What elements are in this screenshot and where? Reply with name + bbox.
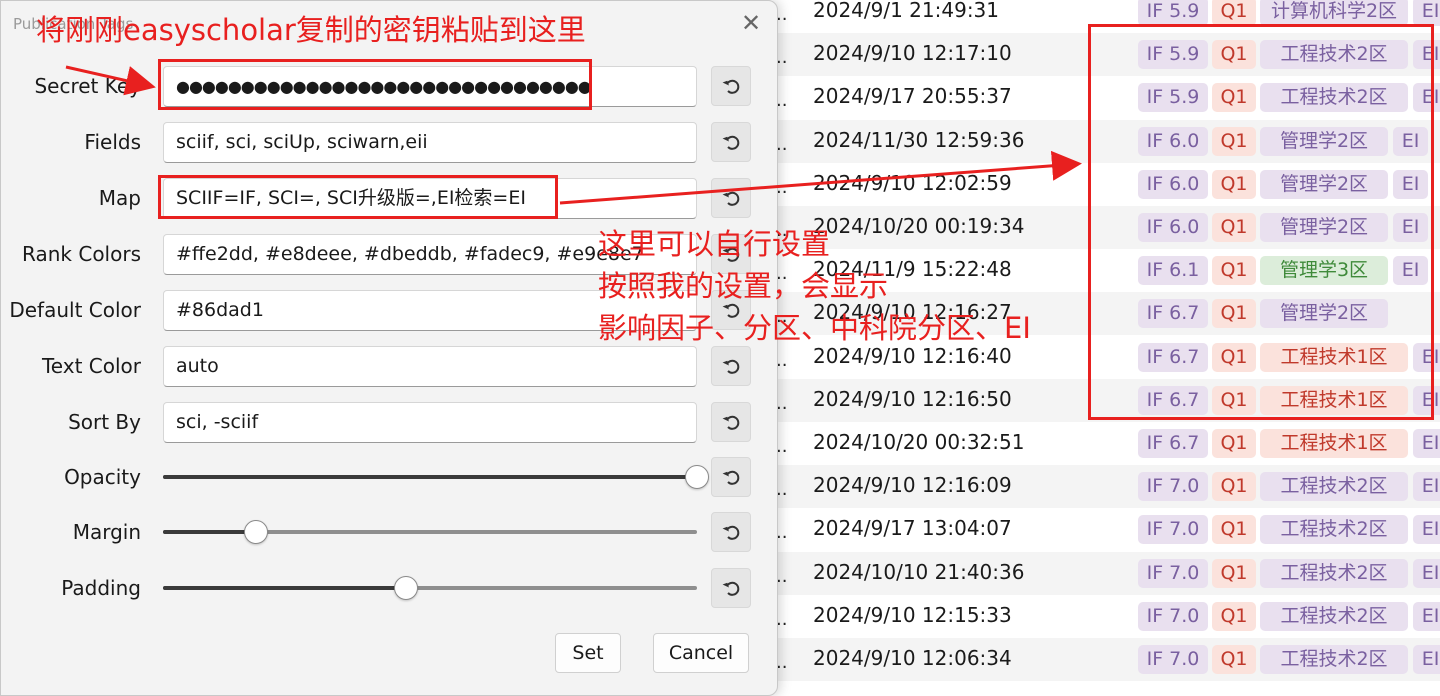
slider-fill <box>163 530 257 534</box>
cas-rank-tag: 工程技术2区 <box>1260 472 1408 502</box>
row-date: 2024/9/10 12:17:10 <box>813 41 1012 66</box>
reset-button[interactable] <box>711 512 751 552</box>
reset-button[interactable] <box>711 402 751 442</box>
secret-key-highlight-box <box>158 59 592 110</box>
quartile-tag: Q1 <box>1212 558 1256 588</box>
row-date: 2024/9/10 12:06:34 <box>813 646 1012 670</box>
cas-rank-tag: 工程技术2区 <box>1260 558 1408 588</box>
row-date: 2024/9/10 12:16:50 <box>813 386 1012 411</box>
cancel-button[interactable]: Cancel <box>653 633 749 673</box>
slider-thumb[interactable] <box>393 576 418 600</box>
field-label: Rank Colors <box>22 242 141 266</box>
quartile-tag: Q1 <box>1212 0 1256 26</box>
annotation-secret-key: 将刚刚easyscholar复制的密钥粘贴到这里 <box>36 13 586 47</box>
close-icon[interactable]: ✕ <box>737 9 765 37</box>
impact-factor-tag: IF 6.7 <box>1138 429 1208 458</box>
tags-highlight-box <box>1088 24 1434 420</box>
row-date: 2024/9/10 12:16:09 <box>813 473 1012 498</box>
ei-tag: EI <box>1413 558 1440 588</box>
reset-button[interactable] <box>711 178 751 218</box>
cas-rank-tag: 工程技术2区 <box>1260 645 1408 674</box>
field-input[interactable]: sciif, sci, sciUp, sciwarn,eii <box>163 122 697 163</box>
quartile-tag: Q1 <box>1212 472 1256 502</box>
reset-button[interactable] <box>711 66 751 106</box>
field-input[interactable]: sci, -sciif <box>163 402 697 443</box>
row-date: 2024/10/20 00:32:51 <box>813 430 1025 454</box>
field-label: Sort By <box>68 410 141 434</box>
ei-tag: EI <box>1413 0 1440 26</box>
row-date: 2024/9/17 13:04:07 <box>813 516 1012 541</box>
slider-label: Opacity <box>64 465 141 489</box>
impact-factor-tag: IF 7.0 <box>1138 472 1208 502</box>
row-date: 2024/10/10 21:40:36 <box>813 559 1025 584</box>
row-date: 2024/9/1 21:49:31 <box>813 0 1000 22</box>
slider-fill <box>163 475 697 479</box>
quartile-tag: Q1 <box>1212 601 1256 631</box>
undo-icon <box>722 191 740 206</box>
slider-track[interactable] <box>163 520 697 544</box>
ei-tag: EI <box>1413 645 1440 674</box>
field-input[interactable]: auto <box>163 346 697 387</box>
slider-thumb[interactable] <box>244 520 269 544</box>
slider-label: Padding <box>61 576 141 600</box>
impact-factor-tag: IF 5.9 <box>1138 0 1208 26</box>
cas-rank-tag: 工程技术1区 <box>1260 429 1408 458</box>
quartile-tag: Q1 <box>1212 645 1256 674</box>
field-label: Secret Key <box>34 74 141 98</box>
undo-icon <box>722 79 740 94</box>
ei-tag: EI <box>1413 515 1440 545</box>
slider-thumb[interactable] <box>685 465 709 489</box>
slider-label: Margin <box>72 520 141 544</box>
slider-track[interactable] <box>163 465 709 489</box>
undo-icon <box>722 135 740 150</box>
row-date: 2024/10/20 00:19:34 <box>813 214 1025 238</box>
field-label: Map <box>98 186 141 210</box>
row-date: 2024/11/30 12:59:36 <box>813 127 1025 152</box>
impact-factor-tag: IF 7.0 <box>1138 601 1208 631</box>
undo-icon <box>722 525 740 540</box>
field-label: Default Color <box>9 298 141 322</box>
undo-icon <box>722 359 740 374</box>
impact-factor-tag: IF 7.0 <box>1138 558 1208 588</box>
quartile-tag: Q1 <box>1212 429 1256 458</box>
cas-rank-tag: 工程技术2区 <box>1260 515 1408 545</box>
slider-track[interactable] <box>163 576 697 600</box>
annotation-custom-line-3: 影响因子、分区、中科院分区、EI <box>598 311 1031 345</box>
cas-rank-tag: 工程技术2区 <box>1260 601 1408 631</box>
ei-tag: EI <box>1413 472 1440 502</box>
annotation-custom-line-2: 按照我的设置，会显示 <box>598 269 889 303</box>
reset-button[interactable] <box>711 346 751 386</box>
annotation-custom-line-1: 这里可以自行设置 <box>598 227 831 261</box>
undo-icon <box>722 415 740 430</box>
undo-icon <box>722 470 740 485</box>
row-date: 2024/9/10 12:15:33 <box>813 602 1012 627</box>
field-label: Fields <box>84 130 141 154</box>
row-date: 2024/9/17 20:55:37 <box>813 84 1012 109</box>
cas-rank-tag: 计算机科学2区 <box>1260 0 1408 26</box>
ei-tag: EI <box>1413 601 1440 631</box>
set-button[interactable]: Set <box>555 633 621 673</box>
quartile-tag: Q1 <box>1212 515 1256 545</box>
map-highlight-box <box>158 175 558 219</box>
slider-fill <box>163 586 406 590</box>
reset-button[interactable] <box>711 122 751 162</box>
impact-factor-tag: IF 7.0 <box>1138 645 1208 674</box>
field-label: Text Color <box>41 354 141 378</box>
impact-factor-tag: IF 7.0 <box>1138 515 1208 545</box>
row-date: 2024/9/10 12:02:59 <box>813 170 1012 195</box>
undo-icon <box>722 581 740 596</box>
reset-button[interactable] <box>711 457 751 497</box>
reset-button[interactable] <box>711 568 751 608</box>
ei-tag: EI <box>1413 429 1440 458</box>
